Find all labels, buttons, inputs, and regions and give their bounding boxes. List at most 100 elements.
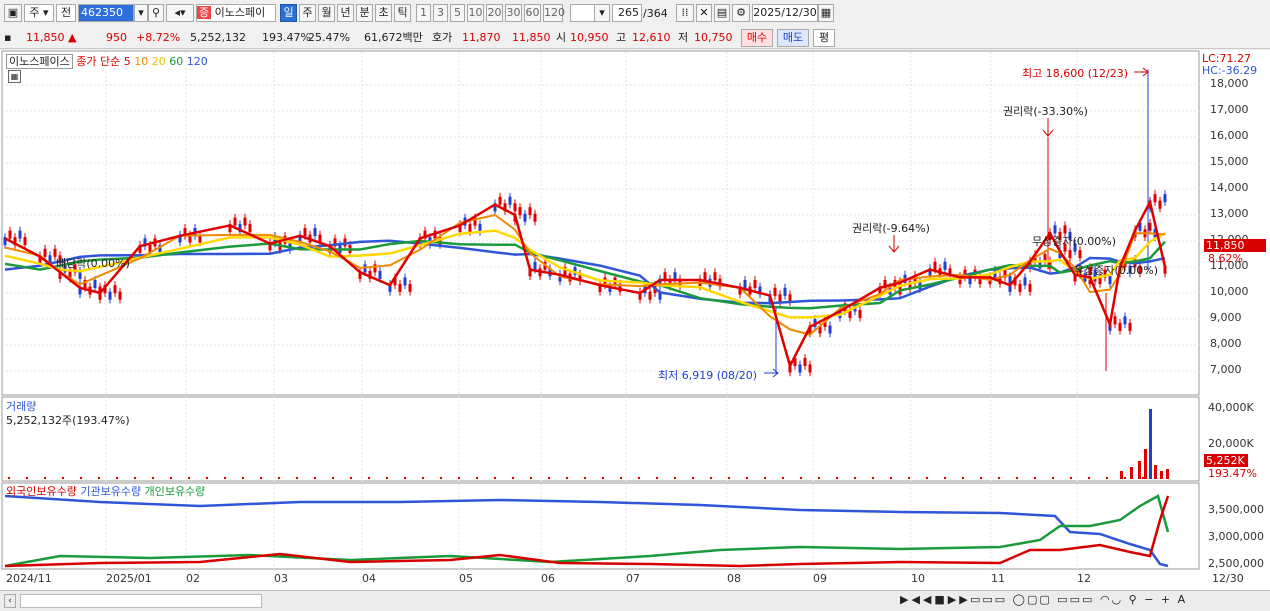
crosshair-icon[interactable]: ✕ (696, 4, 712, 22)
candle-body (1148, 222, 1152, 231)
candle-body (403, 277, 407, 286)
legend-stock-name: 이노스페이스 (6, 54, 73, 69)
scroll-track[interactable] (20, 594, 262, 608)
price-tick: 9,000 (1210, 311, 1242, 324)
candle-body (523, 213, 527, 222)
candle-body (1018, 283, 1022, 292)
volume-bar (944, 477, 946, 479)
volume-bar (1142, 477, 1144, 479)
save-icon[interactable]: ▤ (714, 4, 730, 22)
interval-30-button[interactable]: 30 (505, 4, 522, 22)
price-tick: 18,000 (1210, 77, 1249, 90)
volume-bar (224, 477, 226, 479)
legend-ma60: 60 (169, 55, 184, 68)
volume-bar (386, 477, 388, 479)
code-dropdown-icon[interactable]: ▾ (134, 4, 148, 22)
window-icon[interactable]: ▣ (4, 4, 22, 22)
candle-body (303, 228, 307, 236)
volume-bar (1052, 477, 1054, 479)
interval-dropdown-icon[interactable]: ▾ (594, 4, 610, 22)
eval-button[interactable]: 평 (813, 29, 835, 47)
interval-10-button[interactable]: 10 (467, 4, 484, 22)
candle-body (8, 230, 12, 239)
holder-legend-foreign: 외국인보유수량 (6, 485, 77, 498)
price-tick: 16,000 (1210, 129, 1249, 142)
count-input[interactable]: 265 (612, 4, 642, 22)
period-1-button[interactable]: 주 (299, 4, 316, 22)
volume-bar (170, 477, 172, 479)
gear-icon[interactable]: ⚙ (732, 4, 750, 22)
menu-icon[interactable]: ▪ (4, 30, 11, 46)
zoom-controls[interactable]: ▭▭▭ ◯▢▢ ▭▭▭ ◠◡ ⚲ − + A (970, 593, 1187, 606)
search-icon[interactable]: ⚲ (148, 4, 164, 22)
interval-20-button[interactable]: 20 (486, 4, 503, 22)
interval-1-button[interactable]: 1 (416, 4, 431, 22)
volume-bar (8, 477, 10, 479)
interval-60-button[interactable]: 60 (524, 4, 541, 22)
calendar-icon[interactable]: ▦ (818, 4, 834, 22)
company-field[interactable]: 증 이노스페이 (196, 4, 276, 22)
stock-code-input[interactable]: 462350 (78, 4, 134, 22)
playback-controls[interactable]: ▶◀◀■▶▶ (900, 593, 971, 606)
volume-bar (692, 477, 694, 479)
legend: 이노스페이스 종가 단순 5 10 20 60 120 (6, 53, 208, 69)
volume-bar (188, 477, 190, 479)
legend-ma120: 120 (186, 55, 208, 68)
table-icon[interactable]: ▦ (8, 70, 21, 83)
x-tick: 03 (274, 572, 288, 585)
low-annotation: 최저 6,919 (08/20) (658, 369, 758, 382)
candle-body (1028, 283, 1032, 292)
period-3-button[interactable]: 년 (337, 4, 354, 22)
volume-bar (368, 477, 370, 479)
volume-bar (656, 477, 658, 479)
period-2-button[interactable]: 월 (318, 4, 335, 22)
volume-bar (674, 477, 676, 479)
open-label: 시 (556, 31, 567, 44)
candle-body (533, 261, 537, 270)
buy-button[interactable]: 매수 (741, 29, 773, 47)
candle-body (398, 283, 402, 292)
volume-ratio: 193.47% (262, 31, 311, 44)
scroll-left-icon[interactable]: ‹ (4, 594, 16, 608)
candle-body (113, 285, 117, 294)
candle-body (508, 196, 512, 205)
period-4-button[interactable]: 분 (356, 4, 373, 22)
trade-volume: 5,252,132 (190, 31, 246, 44)
period-6-button[interactable]: 틱 (394, 4, 411, 22)
speaker-icon[interactable]: ◂▾ (166, 4, 194, 22)
volume-bar (1144, 449, 1147, 479)
count-total: /364 (643, 7, 668, 20)
volume-bar (332, 477, 334, 479)
market-badge: 증 (197, 6, 212, 19)
candle-body (243, 217, 247, 226)
x-tick: 05 (459, 572, 473, 585)
volume-bar (314, 477, 316, 479)
market-select[interactable]: 주 ▾ (24, 4, 54, 22)
period-0-button[interactable]: 일 (280, 4, 297, 22)
holder-legend: 외국인보유수량 기관보유수량 개인보유수량 (6, 483, 205, 499)
grid-icon[interactable]: ⁞⁞ (676, 4, 694, 22)
mode-select[interactable]: 전 (56, 4, 76, 22)
chart-canvas[interactable] (0, 50, 1270, 590)
period-5-button[interactable]: 초 (375, 4, 392, 22)
date-input[interactable]: 2025/12/30 (752, 4, 818, 22)
volume-bar (440, 477, 442, 479)
bottom-scroll-bar[interactable]: ‹ ▶◀◀■▶▶ ▭▭▭ ◯▢▢ ▭▭▭ ◠◡ ⚲ − + A (0, 590, 1270, 611)
volume-bar (602, 477, 604, 479)
volume-bar (1160, 471, 1163, 479)
volume-bar (26, 477, 28, 479)
exright-annotation-2: 권리락(-9.64%) (852, 222, 930, 235)
sell-button[interactable]: 매도 (777, 29, 809, 47)
institution-line (4, 494, 1169, 568)
interval-5-button[interactable]: 5 (450, 4, 465, 22)
bonus-issue-annotation: 무상증자(0.00%) (1032, 235, 1117, 248)
interval-120-button[interactable]: 120 (543, 4, 565, 22)
volume-bar (530, 477, 532, 479)
price-tick: 13,000 (1210, 207, 1249, 220)
legend-ma10: 10 (134, 55, 149, 68)
holder-legend-institution: 기관보유수량 (80, 485, 142, 498)
x-tick: 02 (186, 572, 200, 585)
interval-3-button[interactable]: 3 (433, 4, 448, 22)
chart-area[interactable]: 이노스페이스 종가 단순 5 10 20 60 120 ▦ LC:71.27 H… (0, 50, 1270, 590)
high-price: 12,610 (632, 31, 671, 44)
